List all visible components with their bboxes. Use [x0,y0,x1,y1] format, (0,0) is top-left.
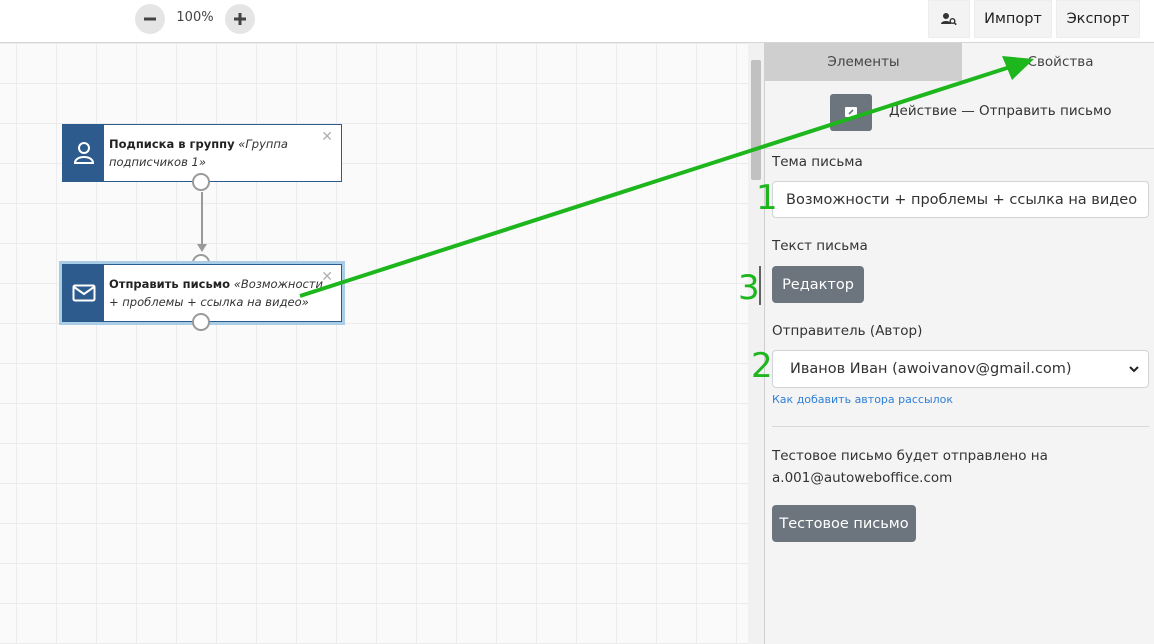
node-icon-box [63,125,104,181]
node-label: Подписка в группу «Группа подписчиков 1» [109,135,323,171]
import-button[interactable]: Импорт [974,0,1052,38]
sender-label: Отправитель (Автор) [772,323,923,339]
sender-select-value: Иванов Иван (awoivanov@gmail.com) [790,361,1072,377]
test-email-info: Тестовое письмо будет отправлено на a.00… [772,445,1142,489]
divider [772,426,1149,427]
tab-elements[interactable]: Элементы [765,43,962,81]
envelope-icon [72,284,95,302]
sender-select[interactable]: Иванов Иван (awoivanov@gmail.com) [772,350,1149,388]
sender-help-link[interactable]: Как добавить автора рассылок [772,393,953,406]
annotation-marker: 2 [751,346,773,386]
divider [765,148,1154,149]
test-info-line: Тестовое письмо будет отправлено на [772,448,1048,464]
export-button[interactable]: Экспорт [1056,0,1140,38]
annotation-marker: 3 [738,268,760,308]
subject-input[interactable]: Возможности + проблемы + ссылка на видео [772,181,1149,218]
editor-button[interactable]: Редактор [772,266,864,303]
annotation-marker: 1 [756,178,778,218]
subject-label: Тема письма [772,154,863,170]
node-title: Отправить письмо [109,277,231,291]
test-info-email: a.001@autoweboffice.com [772,470,953,486]
action-icon-box [830,94,872,131]
tab-properties[interactable]: Свойства [962,43,1154,81]
action-title: Действие — Отправить письмо [889,103,1112,119]
edit-icon [845,106,857,120]
node-connector [197,192,207,252]
node-icon-box [63,265,104,321]
body-label: Текст письма [772,238,868,254]
user-search-icon [941,13,957,26]
node-label: Отправить письмо «Возможности + проблемы… [109,275,323,311]
user-icon [73,142,94,164]
chevron-down-icon [1129,366,1139,373]
node-output-port[interactable] [192,173,210,191]
canvas-scrollbar-thumb[interactable] [751,60,761,180]
node-output-port[interactable] [192,313,210,331]
close-icon[interactable]: ✕ [321,129,333,145]
user-search-button[interactable] [928,0,970,38]
node-title: Подписка в группу [109,137,235,151]
test-email-button[interactable]: Тестовое письмо [772,505,916,542]
properties-panel: Элементы Свойства Действие — Отправить п… [764,43,1154,644]
close-icon[interactable]: ✕ [321,269,333,285]
